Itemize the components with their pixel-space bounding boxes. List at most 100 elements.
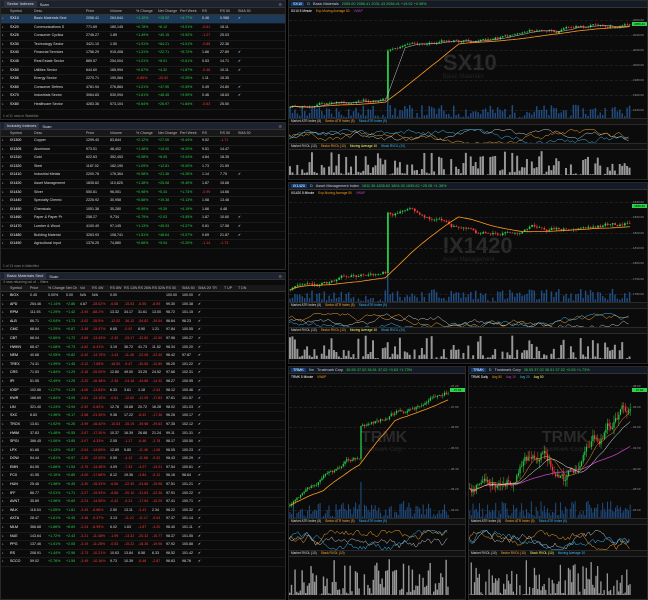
indicator-legend-entry[interactable]: Sector ATR Index (5) [325, 119, 355, 123]
check-icon[interactable]: ✔ [237, 214, 259, 222]
check-icon[interactable] [237, 101, 259, 109]
check-icon[interactable]: ✔ [197, 309, 211, 317]
table-row[interactable]: ▸ SX55 Energy Sector 2270.71 190,084 -0.89% -2… [1, 75, 285, 84]
indicator-legend-entry[interactable]: Stock ATR Index (5) [359, 519, 387, 523]
indicator-legend-entry[interactable]: Market ATR Index (5) [291, 303, 321, 307]
table-row[interactable]: ▸ IX1490 Agricultural Input 1376.25 74,880 +0… [1, 240, 285, 249]
column-header[interactable]: RS 26W [137, 285, 151, 291]
check-icon[interactable]: ✔ [237, 58, 259, 66]
check-icon[interactable]: ✔ [197, 541, 211, 549]
check-icon[interactable]: ✔ [197, 550, 211, 558]
indicator-legend-entry[interactable]: Sector ATR Index (5) [505, 519, 535, 523]
industry-scan-tab[interactable]: Scan [42, 124, 51, 129]
gear-icon[interactable]: ⚙ [278, 274, 282, 279]
table-row[interactable]: ▸ TROX 13.61 +1.92% +0.26 -3.99 -16.42% -10.53-… [1, 421, 285, 430]
sector-title[interactable]: Sector Indexes [4, 1, 37, 7]
column-header[interactable]: RS 4W [91, 285, 109, 291]
table-row[interactable]: ▸ APD 254.46 +1.14% +2.86 4.67 -28.02% -6.58 -15… [1, 301, 285, 310]
table-row[interactable]: ▸ IX1450 Chemicals 1051.38 30,280 +0.90% +9.39… [1, 206, 285, 215]
table-row[interactable]: ▸ PPG 137.46 +1.51% +2.05 -3.19 -11.28% -0.53 -1… [1, 541, 285, 550]
check-icon[interactable]: ✔ [197, 301, 211, 309]
check-icon[interactable]: ✔ [197, 430, 211, 438]
column-header[interactable]: Volume [109, 130, 135, 136]
table-row[interactable]: ▸ TREX 74.31 +1.99% +1.45 -3.12 -7.65% -18.50 -9… [1, 361, 285, 370]
check-icon[interactable] [237, 240, 259, 248]
table-row[interactable]: ▸ LPX 61.66 +1.43% +0.87 -3.54 -14.69% 12.89 5.8… [1, 447, 285, 456]
column-header[interactable]: % Change [47, 285, 65, 291]
table-row[interactable]: ▸ CBT 68.04 +2.60% +1.72 -3.69 -13.43% -2.30 -29… [1, 335, 285, 344]
check-icon[interactable]: ✔ [197, 455, 211, 463]
table-row[interactable]: ▸ DOW 54.44 +1.81% +0.97 -3.30 -12.00% 0.59 -4.1… [1, 455, 285, 464]
check-icon[interactable] [237, 24, 259, 32]
check-icon[interactable]: ✔ [197, 412, 211, 420]
check-icon[interactable]: ✔ [197, 447, 211, 455]
indicator-legend-entry[interactable]: Sector RVOL (10) [501, 551, 526, 555]
table-row[interactable]: ▸ EMN 84.55 +1.86% +1.54 -3.79 -14.45% 4.09 -7.3… [1, 464, 285, 473]
check-icon[interactable]: ✔ [197, 472, 211, 480]
indicator-legend-entry[interactable]: Sector RVOL (10) [321, 328, 346, 332]
column-header[interactable]: SMA 50 [237, 130, 259, 136]
indicator-legend-entry[interactable]: Moving Average 10 [350, 144, 377, 148]
chart-canvas[interactable] [289, 374, 449, 599]
indicator-legend-entry[interactable]: Stock ATR Index (5) [539, 519, 567, 523]
table-row[interactable]: ▸ SXC 8.83 +1.96% +0.17 -3.58 -21.30% 9.36 17.22… [1, 412, 285, 421]
check-icon[interactable] [237, 41, 259, 49]
column-header[interactable]: Volume [109, 8, 135, 14]
check-icon[interactable]: ✔ [197, 481, 211, 489]
table-row[interactable]: ▸ NEM 40.68 +2.05% +0.82 -0.42 -13.79% -1.43 -11… [1, 352, 285, 361]
check-icon[interactable]: ✔ [197, 318, 211, 326]
check-icon[interactable]: ✔ [197, 335, 211, 343]
gear-icon[interactable]: ⚙ [278, 2, 282, 7]
indicator-legend-entry[interactable]: Stock ATR Index (5) [359, 119, 387, 123]
check-icon[interactable]: ✔ [197, 387, 211, 395]
column-header[interactable] [1, 130, 9, 136]
chart-canvas[interactable] [469, 374, 631, 599]
indicator-legend-entry[interactable]: Market RVOL (10) [291, 551, 317, 555]
indicator-legend-entry[interactable]: Stock RVOL (10) [321, 551, 345, 555]
column-header[interactable]: Net Ch [65, 285, 79, 291]
table-row[interactable]: ▸ SX60 Consumer Defens 4781.94 276,884 +1.01%… [1, 84, 285, 93]
indicator-legend-entry[interactable]: Stock ATR Index (5) [359, 303, 387, 307]
check-icon[interactable] [237, 180, 259, 188]
indicator-legend-entry[interactable]: Market RVOL (10) [291, 328, 317, 332]
table-row[interactable]: ▸ IX1305 Aluminum 973.01 48,402 +1.46% +14.00 +… [1, 146, 285, 155]
indicator-legend-entry[interactable]: Moving Average 10 [558, 551, 585, 555]
check-icon[interactable] [237, 163, 259, 171]
column-header[interactable]: Symbol [9, 8, 33, 14]
table-row[interactable]: ▸ SPGI 366.45 +1.06% +3.85 -3.07 -4.33% 2.05 -1.… [1, 438, 285, 447]
table-row[interactable]: ▸ SX50 Utilities Sector 644.60 165,994 +0.67%… [1, 67, 285, 76]
table-row[interactable]: ▸ AXTA 28.47 +1.61% +0.45 -3.48 -9.37% 3.13 -11.… [1, 515, 285, 525]
table-row[interactable]: ▸ SX70 Industrials Sector 3064.83 530,094 +1.… [1, 92, 285, 101]
check-icon[interactable]: ✔ [197, 378, 211, 386]
check-icon[interactable]: ✔ [197, 507, 211, 515]
table-row[interactable]: ▸ SX10 Basic Materials Sect 2056.41 264,644 +… [1, 15, 285, 24]
check-icon[interactable] [237, 75, 259, 83]
column-header[interactable]: Vol [79, 285, 91, 291]
check-icon[interactable]: ✔ [197, 533, 211, 541]
column-header[interactable]: % Change [135, 8, 157, 14]
table-row[interactable]: ▸ WLK 118.54 +1.55% +1.81 -3.49 -8.86% 2.50 13.1… [1, 507, 285, 516]
check-icon[interactable]: ✔ [197, 292, 211, 300]
column-header[interactable]: T DN [237, 285, 251, 291]
column-header[interactable]: RS 52W [151, 285, 165, 291]
chart-canvas[interactable] [289, 8, 631, 179]
column-header[interactable]: Price [29, 285, 47, 291]
table-row[interactable]: ▸ SX25 Consumer Cyclica 2746.27 1.89 +1.49% +4… [1, 32, 285, 41]
column-header[interactable]: SMA 50 [237, 8, 259, 14]
column-header[interactable]: RS 13W [123, 285, 137, 291]
table-row[interactable]: ▸ IX1430 Silver 550.61 96,051 +0.98% +5.34 +1.7… [1, 189, 285, 198]
chart-sx10[interactable]: SX10 D Basic Materials 2055.00 2056.41 2031… [288, 0, 648, 180]
check-icon[interactable]: ✔ [197, 515, 211, 523]
check-icon[interactable]: ✔ [197, 438, 211, 446]
table-row[interactable]: ▸ IX1480 Building Material 3263.93 108,741 +1… [1, 232, 285, 241]
indicator-legend-entry[interactable]: Sector ATR Index (5) [325, 519, 355, 523]
indicator-legend-entry[interactable]: Sector RVOL (10) [321, 144, 346, 148]
table-row[interactable]: ▸ IX1310 Gold 622.63 352,453 +0.98% +6.05 +3.04… [1, 154, 285, 163]
table-row[interactable]: ▸ IPI 51.55 +2.49% +1.25 -3.20 -16.48% -2.36 -24… [1, 378, 285, 387]
table-row[interactable]: ▸ KWR 168.69 +1.84% +3.05 -3.61 -13.15% -0.61 -1… [1, 395, 285, 404]
column-header[interactable]: Perf Week [179, 8, 201, 14]
table-row[interactable]: ▸ IX1320 Steel 1187.02 182,190 +1.09% +12.81 +5… [1, 163, 285, 172]
table-row[interactable]: ▸ NUE 143.64 +1.72% +2.43 -3.21 -11.38% -1.99 -1… [1, 533, 285, 542]
check-icon[interactable]: ✔ [197, 361, 211, 369]
table-row[interactable]: ▸ IFF 86.77 +2.01% +1.71 -3.27 -19.93% -8.66 -20… [1, 490, 285, 499]
